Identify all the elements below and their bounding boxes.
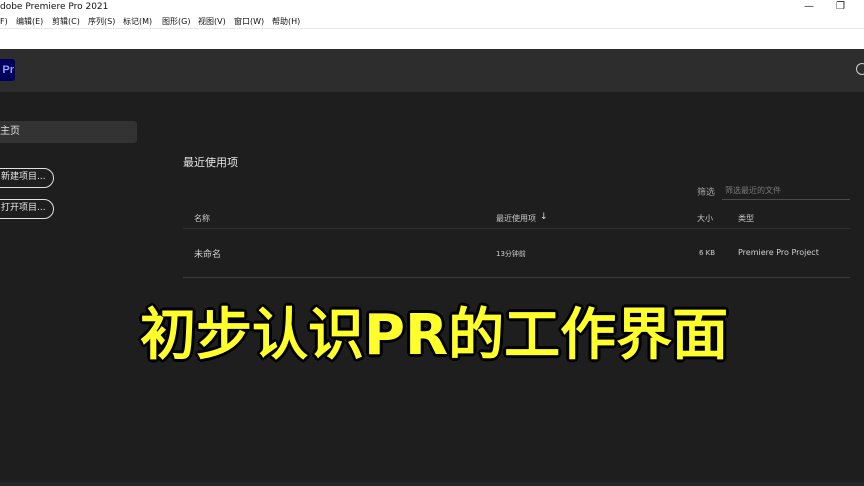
menu-bar: F) 编辑(E) 剪辑(C) 序列(S) 标记(M) 图形(G) 视图(V) 窗… <box>0 14 864 29</box>
window-title: dobe Premiere Pro 2021 <box>0 2 109 12</box>
title-area-spacer <box>0 29 864 49</box>
menu-file[interactable]: F) <box>0 14 8 29</box>
menu-help[interactable]: 帮助(H) <box>272 14 300 29</box>
recent-items-title: 最近使用项 <box>183 156 238 169</box>
column-header-size[interactable]: 大小 <box>697 213 713 224</box>
overlay-caption: 初步认识PR的工作界面 <box>140 303 729 368</box>
open-project-button[interactable]: 打开项目... <box>0 199 54 219</box>
row-type: Premiere Pro Project <box>738 248 819 257</box>
column-header-type[interactable]: 类型 <box>738 213 754 224</box>
sort-arrow-down-icon[interactable]: ↓ <box>540 212 548 222</box>
menu-view[interactable]: 视图(V) <box>198 14 226 29</box>
bottom-strip <box>0 482 864 486</box>
column-header-recent[interactable]: 最近使用项 <box>496 213 536 224</box>
menu-markers[interactable]: 标记(M) <box>123 14 152 29</box>
new-project-button[interactable]: 新建项目... <box>0 168 54 188</box>
menu-sequence[interactable]: 序列(S) <box>88 14 115 29</box>
row-name[interactable]: 未命名 <box>194 247 221 260</box>
sidebar-item-home[interactable]: 主页 <box>0 121 137 143</box>
restore-icon[interactable]: ❐ <box>836 0 845 14</box>
sidebar-item-label: 主页 <box>0 126 20 137</box>
minimize-icon[interactable]: — <box>804 0 814 14</box>
row-size: 6 KB <box>699 249 716 257</box>
menu-graphics[interactable]: 图形(G) <box>162 14 190 29</box>
row-date: 13分钟前 <box>496 250 526 258</box>
filter-label: 筛选 <box>697 188 716 198</box>
menu-edit[interactable]: 编辑(E) <box>16 14 43 29</box>
menu-window[interactable]: 窗口(W) <box>234 14 264 29</box>
premiere-logo: Pr <box>0 59 15 81</box>
title-bar: dobe Premiere Pro 2021 — ❐ <box>0 0 864 14</box>
column-header-name[interactable]: 名称 <box>194 213 210 224</box>
app-header: Pr <box>0 49 864 92</box>
search-icon[interactable] <box>856 63 864 75</box>
filter-recent-input[interactable] <box>722 182 850 200</box>
menu-clip[interactable]: 剪辑(C) <box>52 14 80 29</box>
